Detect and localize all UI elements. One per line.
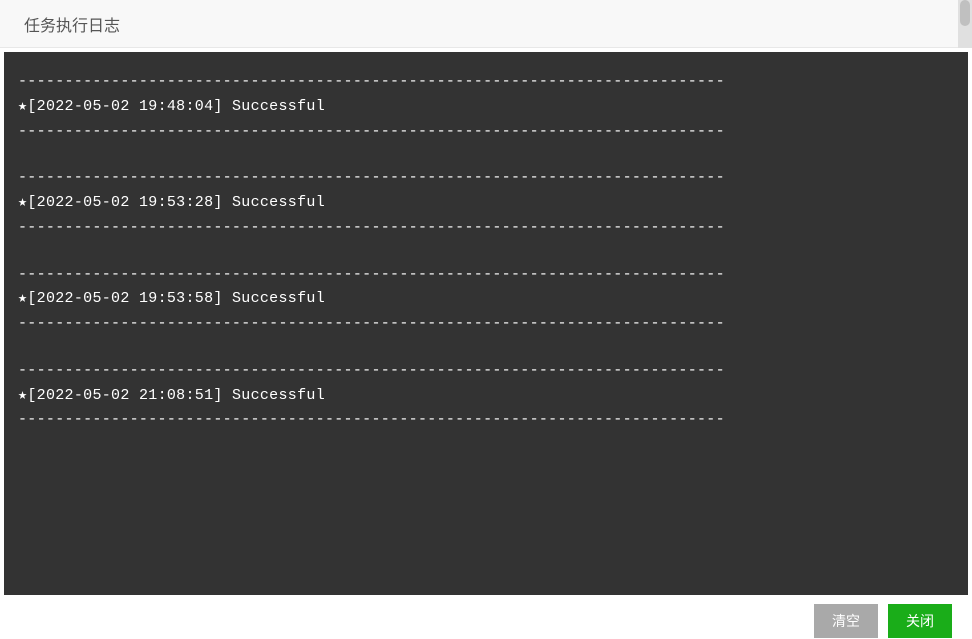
log-separator: ----------------------------------------… (18, 70, 954, 95)
log-output[interactable]: ----------------------------------------… (4, 52, 968, 595)
log-modal: 任务执行日志 ---------------------------------… (0, 0, 972, 639)
log-separator: ----------------------------------------… (18, 263, 954, 288)
log-text: [2022-05-02 19:53:58] Successful (27, 290, 325, 307)
log-separator: ----------------------------------------… (18, 120, 954, 145)
modal-title: 任务执行日志 (24, 12, 120, 36)
close-button[interactable]: 关闭 (888, 604, 952, 638)
log-separator: ----------------------------------------… (18, 359, 954, 384)
log-separator: ----------------------------------------… (18, 408, 954, 433)
log-text: [2022-05-02 19:53:28] Successful (27, 194, 325, 211)
log-entry: ----------------------------------------… (18, 70, 954, 144)
star-icon: ★ (18, 98, 27, 115)
clear-button[interactable]: 清空 (814, 604, 878, 638)
log-separator: ----------------------------------------… (18, 312, 954, 337)
modal-header: 任务执行日志 (0, 0, 972, 48)
star-icon: ★ (18, 194, 27, 211)
log-separator: ----------------------------------------… (18, 216, 954, 241)
modal-footer: 清空 关闭 (0, 599, 972, 639)
log-entry: ----------------------------------------… (18, 263, 954, 337)
log-entry: ----------------------------------------… (18, 166, 954, 240)
log-separator: ----------------------------------------… (18, 166, 954, 191)
log-text: [2022-05-02 21:08:51] Successful (27, 387, 325, 404)
log-line: ★[2022-05-02 19:48:04] Successful (18, 95, 954, 120)
log-line: ★[2022-05-02 21:08:51] Successful (18, 384, 954, 409)
log-line: ★[2022-05-02 19:53:58] Successful (18, 287, 954, 312)
scrollbar[interactable] (958, 0, 972, 48)
star-icon: ★ (18, 290, 27, 307)
log-entry: ----------------------------------------… (18, 359, 954, 433)
star-icon: ★ (18, 387, 27, 404)
log-line: ★[2022-05-02 19:53:28] Successful (18, 191, 954, 216)
log-text: [2022-05-02 19:48:04] Successful (27, 98, 325, 115)
